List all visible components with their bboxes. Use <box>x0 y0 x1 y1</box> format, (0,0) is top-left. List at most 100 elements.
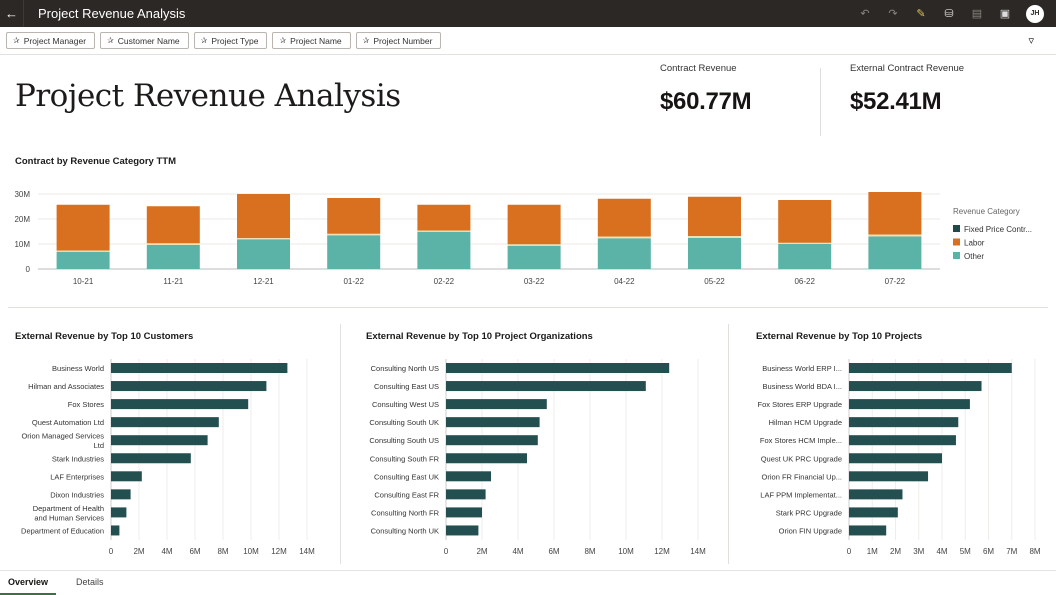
x-tick-label: 1M <box>867 547 878 556</box>
bar <box>849 417 959 428</box>
tab-details[interactable]: Details <box>68 571 112 595</box>
x-tick-label: 14M <box>299 547 315 556</box>
pin-icon: ✰ <box>107 36 114 45</box>
filter-project-name[interactable]: ✰ Project Name <box>272 32 351 49</box>
bar <box>111 417 219 428</box>
filter-icon[interactable]: ▿ <box>1028 34 1034 47</box>
x-tick-label: 5M <box>960 547 971 556</box>
bar-segment-labor <box>417 204 471 231</box>
chart-title: External Revenue by Top 10 Project Organ… <box>366 331 593 342</box>
kpi-label: External Contract Revenue <box>850 63 965 74</box>
customers-bar-chart: 0 2M 4M 6M 8M 10M 12M 14M Business World Hilman a… <box>21 359 315 556</box>
category-label: LAF Enterprises <box>50 472 104 481</box>
legend-swatch <box>953 225 960 232</box>
y-tick-label: 10M <box>14 240 30 249</box>
category-label: Department of Education <box>21 526 104 535</box>
filter-project-type[interactable]: ✰ Project Type <box>193 32 268 49</box>
category-label: Consulting North FR <box>371 508 440 517</box>
data-icon[interactable]: ⛁ <box>942 7 956 20</box>
bar <box>111 471 142 482</box>
legend-item: Fixed Price Contr... <box>964 225 1032 234</box>
x-tick-label: 12M <box>654 547 670 556</box>
x-tick-label: 12-21 <box>253 277 274 286</box>
bar <box>849 435 956 446</box>
bar <box>446 489 486 500</box>
bar-segment-other <box>146 245 200 269</box>
pin-icon: ✰ <box>200 36 208 45</box>
stacked-bar-chart: 0 10M 20M 30M 10-21 11-21 12-21 01-22 02-22 03-22… <box>14 190 1032 286</box>
avatar[interactable]: JH <box>1026 4 1044 23</box>
pin-icon: ✰ <box>279 36 287 45</box>
filter-bar: ✰ Project Manager ✰ Customer Name ✰ Project… <box>0 27 1056 55</box>
x-tick-label: 2M <box>890 547 901 556</box>
bar <box>849 507 898 518</box>
x-tick-label: 6M <box>548 547 559 556</box>
category-label: Stark PRC Upgrade <box>776 508 842 517</box>
category-label: Consulting South UK <box>369 418 439 427</box>
bar <box>111 399 249 410</box>
undo-icon[interactable]: ↶ <box>858 7 872 20</box>
x-tick-label: 02-22 <box>434 277 455 286</box>
pin-icon: ✰ <box>362 36 370 45</box>
category-label: Quest UK PRC Upgrade <box>761 454 842 463</box>
comment-icon[interactable]: ▤ <box>970 7 984 20</box>
bar-segment-other <box>417 231 471 269</box>
back-arrow-icon[interactable]: ← <box>0 0 24 27</box>
x-tick-label: 2M <box>476 547 487 556</box>
bar <box>446 525 479 536</box>
category-label: Fox Stores ERP Upgrade <box>758 400 843 409</box>
tab-overview[interactable]: Overview <box>0 571 57 595</box>
bar <box>849 381 982 392</box>
x-tick-label: 0 <box>109 547 114 556</box>
category-label: Business World ERP I... <box>762 364 842 373</box>
redo-icon[interactable]: ↷ <box>886 7 900 20</box>
bar <box>111 435 208 446</box>
bar-segment-other <box>597 238 651 269</box>
bar-segment-fixed-price-contr- <box>868 234 922 237</box>
category-label: Consulting North US <box>371 364 439 373</box>
bar-segment-other <box>327 235 381 269</box>
bar-segment-fixed-price-contr- <box>417 230 471 232</box>
x-tick-label: 04-22 <box>614 277 635 286</box>
category-label: Quest Automation Ltd <box>32 418 104 427</box>
category-label: Business World BDA I... <box>763 382 842 391</box>
x-tick-label: 8M <box>217 547 228 556</box>
legend-swatch <box>953 238 960 246</box>
filter-customer-name[interactable]: ✰ Customer Name <box>100 32 189 49</box>
category-label: Consulting West US <box>372 400 439 409</box>
x-tick-label: 07-22 <box>885 277 906 286</box>
x-tick-label: 10M <box>618 547 634 556</box>
organizations-bar-chart: 0 2M 4M 6M 8M 10M 12M 14M Consulting North US Con… <box>369 359 706 556</box>
bar-segment-labor <box>56 204 110 251</box>
legend-title: Revenue Category <box>953 207 1020 216</box>
x-tick-label: 4M <box>161 547 172 556</box>
category-label: Dixon Industries <box>50 490 104 499</box>
present-icon[interactable]: ▣ <box>998 7 1012 20</box>
bar <box>111 453 191 464</box>
category-label: Consulting East UK <box>374 472 439 481</box>
x-tick-label: 01-22 <box>343 277 364 286</box>
category-label: Stark Industries <box>52 454 104 463</box>
x-tick-label: 7M <box>1006 547 1017 556</box>
x-tick-label: 12M <box>271 547 287 556</box>
bar-segment-labor <box>688 196 741 236</box>
bar-segment-other <box>237 239 290 269</box>
x-tick-label: 0 <box>444 547 449 556</box>
bar-segment-labor <box>146 206 200 244</box>
bar <box>849 453 942 464</box>
legend-item: Other <box>964 252 984 261</box>
x-tick-label: 11-21 <box>163 277 183 286</box>
filter-label: Project Number <box>373 35 433 46</box>
bar <box>849 471 929 482</box>
category-label: Consulting East FR <box>374 490 439 499</box>
bar <box>849 363 1012 373</box>
bar-segment-fixed-price-contr- <box>778 242 832 244</box>
app-title: Project Revenue Analysis <box>38 6 186 21</box>
chart-title: Contract by Revenue Category TTM <box>15 156 176 167</box>
kpi-value: $60.77M <box>660 88 752 115</box>
edit-icon[interactable]: ✎ <box>914 7 928 20</box>
y-tick-label: 0 <box>26 265 31 274</box>
filter-project-manager[interactable]: ✰ Project Manager <box>6 32 96 49</box>
filter-project-number[interactable]: ✰ Project Number <box>355 32 442 49</box>
category-label-line2: and Human Services <box>34 513 104 522</box>
